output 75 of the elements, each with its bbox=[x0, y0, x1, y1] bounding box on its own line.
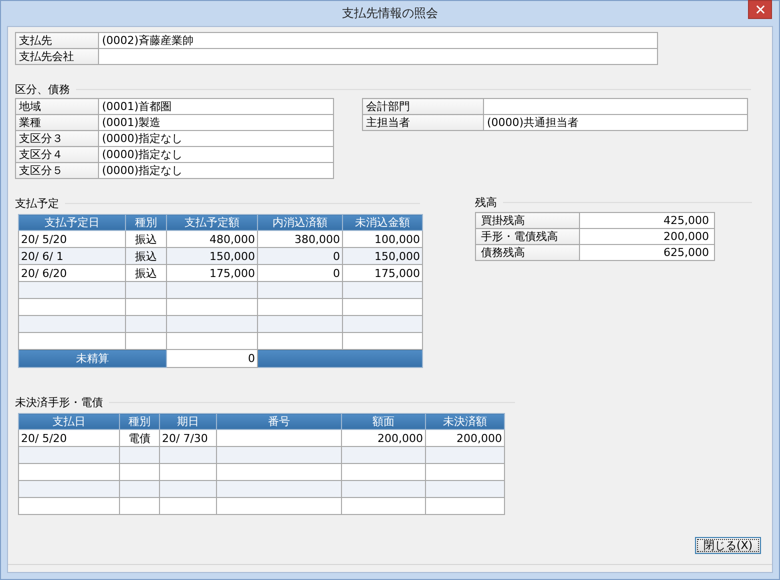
field-label: 債務残高 bbox=[476, 244, 580, 260]
table-cell bbox=[126, 282, 166, 298]
table-cell: 150,000 bbox=[166, 248, 258, 264]
table-cell bbox=[120, 498, 160, 514]
column-header: 額面 bbox=[342, 414, 426, 430]
table-cell bbox=[160, 480, 216, 498]
table-cell bbox=[160, 446, 216, 464]
column-header: 内消込済額 bbox=[258, 214, 342, 230]
field-label: 業種 bbox=[16, 114, 98, 130]
table-cell: 200,000 bbox=[342, 430, 426, 446]
field-label: 支区分３ bbox=[16, 130, 98, 146]
table-cell: 0 bbox=[258, 248, 342, 264]
field-value: 625,000 bbox=[580, 244, 714, 260]
table-cell: 20/ 6/20 bbox=[18, 264, 126, 282]
table-cell: 380,000 bbox=[258, 230, 342, 248]
field-value: (0000)指定なし bbox=[98, 162, 334, 178]
table-cell: 20/ 7/30 bbox=[160, 430, 216, 446]
column-header: 種別 bbox=[120, 414, 160, 430]
section-title: 支払予定 bbox=[15, 196, 60, 210]
field-label: 会計部門 bbox=[362, 98, 484, 114]
field-value: (0000)指定なし bbox=[98, 130, 334, 146]
window-title: 支払先情報の照会 bbox=[342, 5, 438, 22]
field-value: 200,000 bbox=[580, 228, 714, 244]
table-cell bbox=[126, 316, 166, 332]
field-value: (0000)共通担当者 bbox=[484, 114, 748, 130]
section-title: 未決済手形・電債 bbox=[15, 394, 104, 410]
table-cell: 150,000 bbox=[342, 248, 422, 264]
field-label: 手形・電債残高 bbox=[476, 228, 580, 244]
table-cell: 20/ 6/ 1 bbox=[18, 248, 126, 264]
table-cell: 振込 bbox=[126, 264, 166, 282]
table-cell: 振込 bbox=[126, 230, 166, 248]
table-cell bbox=[160, 464, 216, 480]
table-cell: 電債 bbox=[120, 430, 160, 446]
column-header: 未決済額 bbox=[426, 414, 504, 430]
field-label: 支区分４ bbox=[16, 146, 98, 162]
field-value: 425,000 bbox=[580, 212, 714, 228]
field-label: 支払先 bbox=[16, 32, 98, 48]
field-label: 支区分５ bbox=[16, 162, 98, 178]
field-value: (0002)斉藤産業帥 bbox=[98, 32, 658, 48]
column-header: 番号 bbox=[216, 414, 342, 430]
table-cell: 0 bbox=[258, 264, 342, 282]
section-title: 区分、債務 bbox=[15, 82, 71, 96]
column-header: 支払予定日 bbox=[18, 214, 126, 230]
field-value: (0001)製造 bbox=[98, 114, 334, 130]
table-cell bbox=[120, 480, 160, 498]
footer-label: 未精算 bbox=[18, 350, 166, 368]
table-cell: 175,000 bbox=[342, 264, 422, 282]
column-header: 支払日 bbox=[18, 414, 120, 430]
table-cell: 20/ 5/20 bbox=[18, 230, 126, 248]
column-header: 期日 bbox=[160, 414, 216, 430]
column-header: 未消込金額 bbox=[342, 214, 422, 230]
table-cell: 20/ 5/20 bbox=[18, 430, 120, 446]
table-cell bbox=[120, 464, 160, 480]
column-header: 支払予定額 bbox=[166, 214, 258, 230]
table-cell: 480,000 bbox=[166, 230, 258, 248]
field-label: 主担当者 bbox=[362, 114, 484, 130]
table-cell bbox=[126, 332, 166, 350]
close-button[interactable]: 閉じる(X) bbox=[695, 537, 761, 554]
field-label: 支払先会社 bbox=[16, 48, 98, 64]
field-value: (0001)首都圏 bbox=[98, 98, 334, 114]
table-cell bbox=[120, 446, 160, 464]
field-label: 買掛残高 bbox=[476, 212, 580, 228]
column-header: 種別 bbox=[126, 214, 166, 230]
table-cell: 100,000 bbox=[342, 230, 422, 248]
footer-value: 0 bbox=[166, 350, 258, 368]
section-title: 残高 bbox=[475, 194, 498, 210]
table-cell: 振込 bbox=[126, 248, 166, 264]
close-icon bbox=[756, 5, 764, 14]
table-cell bbox=[160, 498, 216, 514]
close-button[interactable] bbox=[748, 0, 772, 19]
table-cell: 200,000 bbox=[426, 430, 504, 446]
field-label: 地域 bbox=[16, 98, 98, 114]
table-cell bbox=[126, 298, 166, 316]
field-value: (0000)指定なし bbox=[98, 146, 334, 162]
table-cell: 175,000 bbox=[166, 264, 258, 282]
